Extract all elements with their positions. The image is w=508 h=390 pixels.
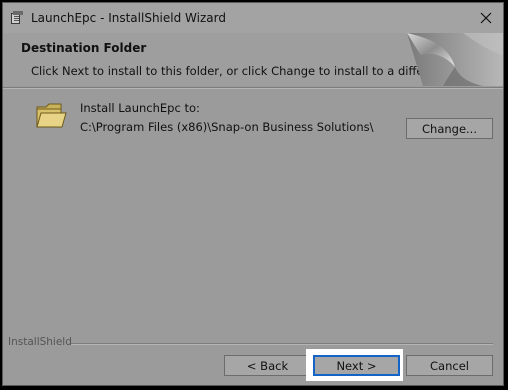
page-curl-banner-graphic	[403, 33, 503, 86]
page-title: Destination Folder	[21, 41, 147, 55]
brand-label: InstallShield	[8, 336, 72, 348]
banner-divider	[3, 87, 503, 89]
install-path: C:\Program Files (x86)\Snap-on Business …	[80, 120, 374, 134]
header-banner: Destination Folder Click Next to install…	[3, 33, 503, 86]
cancel-button[interactable]: Cancel	[406, 355, 493, 376]
close-icon	[480, 9, 492, 28]
title-bar[interactable]: LaunchEpc - InstallShield Wizard	[3, 3, 503, 33]
next-button[interactable]: Next >	[313, 355, 400, 376]
footer-divider	[71, 343, 493, 345]
back-button[interactable]: < Back	[224, 355, 311, 376]
folder-icon	[35, 101, 67, 131]
install-to-label: Install LaunchEpc to:	[80, 101, 200, 115]
close-button[interactable]	[469, 3, 503, 33]
installer-window: LaunchEpc - InstallShield Wizard Destina…	[2, 2, 504, 386]
change-button[interactable]: Change...	[406, 118, 493, 139]
window-title: LaunchEpc - InstallShield Wizard	[31, 11, 226, 25]
installer-app-icon	[9, 10, 25, 26]
